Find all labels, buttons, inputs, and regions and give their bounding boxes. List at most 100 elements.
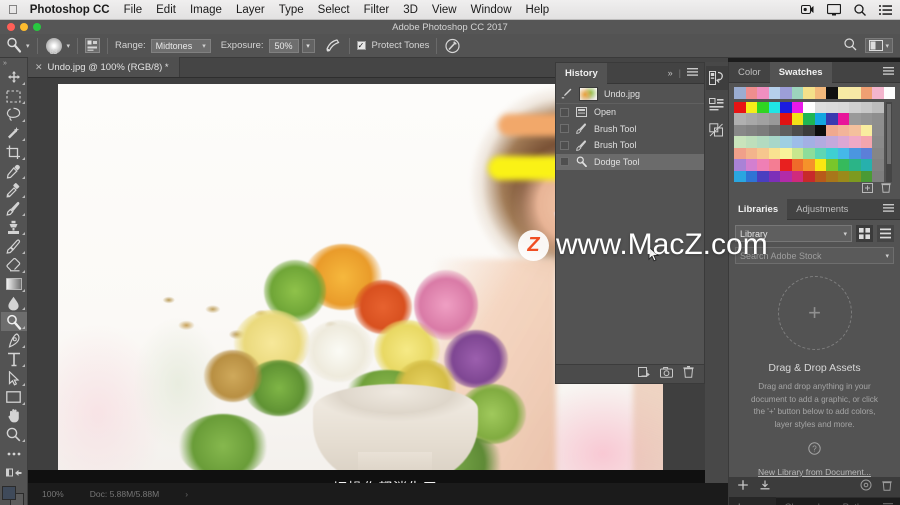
active-tool-preset[interactable]: ▾ [6, 37, 30, 54]
notification-center-icon[interactable] [879, 4, 892, 15]
color-swatch[interactable] [826, 136, 838, 148]
lasso-tool[interactable] [1, 106, 27, 125]
color-swatch[interactable] [791, 87, 803, 99]
spotlight-search-icon[interactable] [854, 3, 866, 16]
color-swatch[interactable] [837, 113, 849, 125]
brush-size-picker[interactable]: 83 [45, 36, 63, 56]
tab-color[interactable]: Color [729, 62, 770, 83]
status-expand-caret-icon[interactable]: › [185, 489, 188, 499]
color-swatch[interactable] [768, 170, 780, 182]
color-swatch[interactable] [757, 124, 769, 136]
color-swatch[interactable] [814, 136, 826, 148]
color-swatch[interactable] [803, 113, 815, 125]
create-new-document-from-state-icon[interactable] [638, 365, 650, 383]
color-swatch[interactable] [837, 159, 849, 171]
delete-icon[interactable] [882, 478, 892, 496]
document-tab[interactable]: ✕ Undo.jpg @ 100% (RGB/8) * [28, 57, 180, 77]
menu-item-filter[interactable]: Filter [364, 4, 390, 16]
menu-item-layer[interactable]: Layer [236, 4, 265, 16]
color-swatch[interactable] [768, 159, 780, 171]
color-swatch[interactable] [849, 113, 861, 125]
workspace-caret-icon[interactable]: ▾ [885, 42, 889, 50]
rectangular-marquee-tool[interactable] [1, 87, 27, 106]
color-swatch[interactable] [837, 87, 849, 99]
tab-swatches[interactable]: Swatches [769, 61, 832, 83]
history-brush-tool[interactable] [1, 237, 27, 256]
menu-item-type[interactable]: Type [279, 4, 304, 16]
color-swatch[interactable] [745, 170, 757, 182]
history-state-brush-1[interactable]: Brush Tool [556, 121, 704, 138]
color-swatch[interactable] [803, 147, 815, 159]
color-swatch[interactable] [791, 124, 803, 136]
library-select-dropdown[interactable]: Library ▾ [735, 225, 852, 242]
color-swatch[interactable] [768, 101, 780, 113]
color-swatch[interactable] [757, 136, 769, 148]
brush-tool[interactable] [1, 200, 27, 219]
swatches-grid-container[interactable] [729, 83, 900, 199]
tool-preset-caret-icon[interactable]: ▾ [26, 42, 30, 50]
color-swatch[interactable] [803, 101, 815, 113]
color-swatch[interactable] [837, 170, 849, 182]
panel-menu-icon[interactable] [883, 203, 894, 215]
exposure-value[interactable]: 50% [268, 38, 299, 53]
color-swatch[interactable] [849, 147, 861, 159]
delete-state-icon[interactable] [683, 365, 694, 383]
swatches-grid[interactable] [734, 101, 884, 182]
color-swatch[interactable] [872, 136, 884, 148]
color-swatch[interactable] [872, 113, 884, 125]
color-swatch[interactable] [803, 170, 815, 182]
gradient-tool[interactable] [1, 275, 27, 294]
toggle-brush-panel-button[interactable] [85, 38, 101, 53]
tab-channels[interactable]: Channels [776, 497, 834, 505]
move-tool[interactable] [1, 68, 27, 87]
swatches-recent-row[interactable] [734, 87, 895, 99]
color-swatch[interactable] [745, 147, 757, 159]
color-swatch[interactable] [791, 147, 803, 159]
horizontal-type-tool[interactable] [1, 350, 27, 369]
chevron-down-icon[interactable]: ▾ [843, 230, 847, 238]
color-swatch[interactable] [745, 113, 757, 125]
menu-item-help[interactable]: Help [526, 4, 550, 16]
color-swatch[interactable] [872, 124, 884, 136]
color-swatch[interactable] [745, 87, 757, 99]
color-swatch[interactable] [745, 159, 757, 171]
brush-picker-caret-icon[interactable]: ▾ [67, 42, 71, 50]
color-swatch[interactable] [791, 159, 803, 171]
eraser-tool[interactable] [1, 256, 27, 275]
pen-tool[interactable] [1, 331, 27, 350]
color-swatch[interactable] [757, 159, 769, 171]
color-swatch[interactable] [734, 170, 746, 182]
color-swatch[interactable] [860, 136, 872, 148]
exposure-control[interactable]: 50% ▾ [268, 38, 315, 53]
spot-healing-brush-tool[interactable] [1, 181, 27, 200]
color-swatch[interactable] [826, 147, 838, 159]
color-swatch[interactable] [849, 136, 861, 148]
protect-tones-check-icon[interactable]: ✓ [356, 41, 366, 50]
color-swatch[interactable] [826, 124, 838, 136]
color-swatch[interactable] [872, 87, 884, 99]
history-snapshot-row[interactable]: Undo.jpg [556, 84, 704, 104]
double-chevron-right-icon[interactable]: » [668, 68, 673, 78]
color-swatch[interactable] [849, 101, 861, 113]
rectangle-tool[interactable] [1, 388, 27, 407]
list-view-icon[interactable] [877, 225, 894, 242]
color-swatch[interactable] [803, 87, 815, 99]
color-swatch[interactable] [860, 87, 872, 99]
color-swatch[interactable] [837, 147, 849, 159]
color-swatch[interactable] [734, 136, 746, 148]
history-state-checkbox[interactable] [560, 124, 569, 134]
tab-adjustments[interactable]: Adjustments [787, 199, 857, 220]
history-state-source-icon[interactable] [560, 88, 573, 99]
color-swatch[interactable] [803, 124, 815, 136]
dodge-tool[interactable] [0, 312, 27, 332]
color-swatch[interactable] [757, 87, 769, 99]
menu-item-3d[interactable]: 3D [403, 4, 418, 16]
foreground-background-color-swatches[interactable] [1, 485, 26, 505]
display-icon[interactable] [827, 3, 841, 16]
color-swatch[interactable] [837, 124, 849, 136]
close-icon[interactable]: ✕ [35, 62, 43, 73]
menu-item-file[interactable]: File [124, 4, 143, 16]
history-state-open[interactable]: Open [556, 104, 704, 121]
color-swatch[interactable] [734, 87, 746, 99]
color-swatch[interactable] [768, 147, 780, 159]
